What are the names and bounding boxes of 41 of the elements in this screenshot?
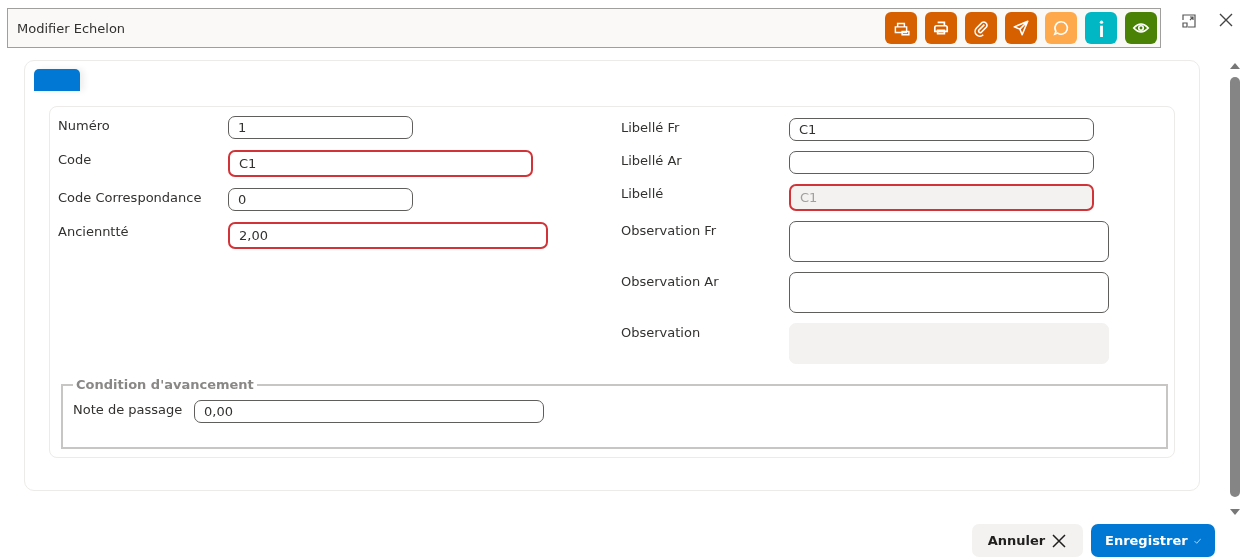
close-icon[interactable] [1219, 13, 1233, 27]
input-field[interactable]: C1 [789, 118, 1094, 141]
field-label: Observation Ar [621, 273, 720, 289]
paperclip-icon [972, 19, 990, 37]
field-label: Libellé [621, 185, 665, 201]
field-label: Code [58, 151, 93, 167]
save-button[interactable]: Enregistrer [1091, 524, 1215, 557]
field-label: Libellé Ar [621, 152, 683, 168]
toolbar-button[interactable] [925, 12, 957, 44]
input-field[interactable] [789, 272, 1109, 313]
info-icon [1098, 19, 1104, 37]
close-icon [1051, 532, 1068, 549]
toolbar-button[interactable] [885, 12, 917, 44]
input-field[interactable]: C1 [228, 150, 533, 177]
scrollbar-thumb[interactable] [1230, 77, 1240, 497]
input-field[interactable] [789, 151, 1094, 174]
input-field[interactable]: 0,00 [194, 400, 544, 423]
field-label: Ancienntté [58, 223, 130, 239]
cancel-button[interactable]: Annuler [972, 524, 1083, 557]
window-title: Modifier Echelon [17, 20, 127, 36]
scroll-up-icon[interactable] [1229, 62, 1241, 70]
expand-icon[interactable] [1181, 13, 1197, 29]
input-field[interactable]: 2,00 [228, 222, 548, 249]
input-field[interactable]: 0 [228, 188, 413, 211]
toolbar-button[interactable] [1085, 12, 1117, 44]
scroll-down-icon[interactable] [1229, 508, 1241, 516]
field-label: Numéro [58, 117, 111, 133]
chat-bubble-icon [1052, 19, 1070, 37]
toolbar-button[interactable] [1005, 12, 1037, 44]
print-icon [932, 19, 950, 37]
fieldset-legend: Condition d'avancement [73, 377, 257, 392]
toolbar-button[interactable] [1125, 12, 1157, 44]
field-label: Observation [621, 324, 702, 340]
field-label: Observation Fr [621, 222, 718, 238]
input-field[interactable]: 1 [228, 116, 413, 139]
field-label: Note de passage [73, 401, 184, 417]
field-label: Code Correspondance [58, 189, 203, 205]
input-field[interactable] [789, 221, 1109, 262]
send-icon [1012, 19, 1030, 37]
field-label: Libellé Fr [621, 119, 681, 135]
toolbar-button[interactable] [965, 12, 997, 44]
